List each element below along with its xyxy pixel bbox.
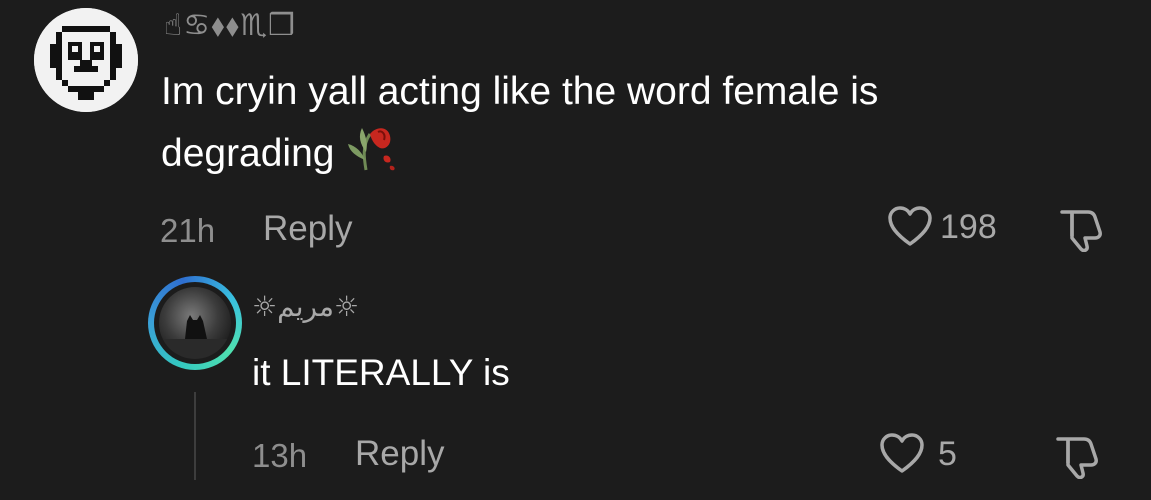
reply-avatar[interactable] <box>148 276 242 370</box>
username[interactable]: ☝︎♋︎⬧︎⬧︎♏︎❒︎ <box>164 8 296 43</box>
thread-connector-line <box>194 392 196 480</box>
thumbs-down-outline-icon <box>1056 437 1098 480</box>
reply-reply-button[interactable]: Reply <box>355 434 444 474</box>
reply-like-count: 5 <box>938 434 957 473</box>
reply-like-button[interactable]: 5 <box>880 433 957 475</box>
reply-avatar-image <box>159 287 231 359</box>
wilted-rose-emoji <box>344 122 398 190</box>
pixel-mask-avatar-icon <box>34 8 138 112</box>
reply-button[interactable]: Reply <box>263 209 352 249</box>
reply-timestamp: 13h <box>252 437 308 474</box>
heart-outline-icon <box>880 433 924 473</box>
heart-outline-icon <box>888 206 932 246</box>
comment-timestamp: 21h <box>160 212 216 249</box>
avatar[interactable] <box>34 8 138 112</box>
comment-text-content: Im cryin yall acting like the word femal… <box>161 70 879 175</box>
like-count: 198 <box>940 207 997 246</box>
reply-dislike-button[interactable] <box>1054 433 1104 484</box>
reply-comment-text: it LITERALLY is <box>252 352 510 393</box>
cat-silhouette-icon <box>159 315 231 359</box>
comment-thread: ☝︎♋︎⬧︎⬧︎♏︎❒︎ Im cryin yall acting like t… <box>0 0 1151 500</box>
reply-avatar-frame <box>154 282 236 364</box>
comment-text: Im cryin yall acting like the word femal… <box>161 62 1061 190</box>
dislike-button[interactable] <box>1058 206 1108 257</box>
thumbs-down-outline-icon <box>1060 210 1102 253</box>
like-button[interactable]: 198 <box>888 206 997 248</box>
reply-username[interactable]: ☼︎مريم☼︎ <box>252 290 359 323</box>
